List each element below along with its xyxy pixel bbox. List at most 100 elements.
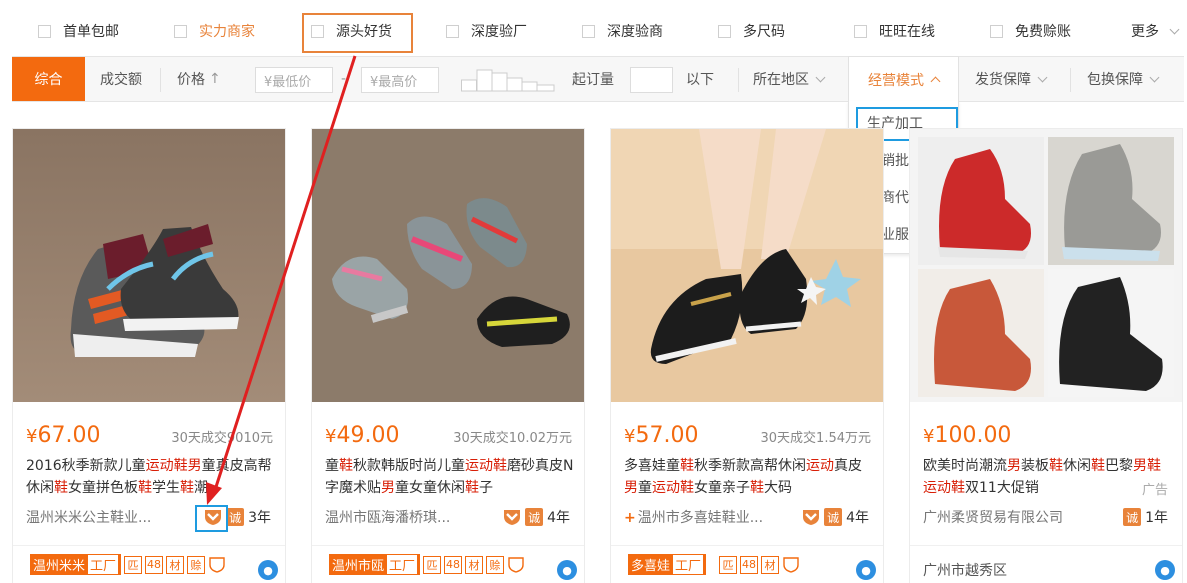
checkbox[interactable] <box>582 24 595 38</box>
exchange-guarantee-dropdown[interactable]: 包换保障 <box>1087 57 1160 101</box>
more-filters-button[interactable]: 更多 <box>1131 21 1180 41</box>
member-years: 4年 <box>846 510 869 526</box>
region-dropdown[interactable]: 所在地区 <box>753 57 826 101</box>
product-title[interactable]: 童鞋秋款韩版时尚儿童运动鞋磨砂真皮N字魔术贴男童女童休闲鞋子 <box>325 455 575 499</box>
moq-input[interactable] <box>630 67 673 93</box>
filter-free-shipping[interactable]: 首单包邮 <box>38 21 119 41</box>
service-tag[interactable]: 匹 <box>423 555 442 574</box>
factory-tag[interactable]: 温州市瓯 工厂 <box>329 554 421 575</box>
chevron-down-icon <box>815 72 826 82</box>
factory-tag[interactable]: 多喜娃 工厂 <box>628 554 707 575</box>
product-image[interactable] <box>611 129 883 402</box>
wangwang-chat-icon[interactable]: ● <box>258 560 278 580</box>
shield-badge-icon[interactable] <box>503 508 521 526</box>
sort-price[interactable]: 价格 ↑ <box>177 57 221 101</box>
product-title[interactable]: 2016秋季新款儿童运动鞋男童真皮高帮休闲鞋女童拼色板鞋学生鞋潮 <box>26 455 276 499</box>
checkbox[interactable] <box>854 24 867 38</box>
service-tag[interactable]: 48 <box>740 555 759 574</box>
shield-outline-icon[interactable] <box>507 556 525 574</box>
seller-name[interactable]: 广州柔贤贸易有限公司 <box>923 507 1063 527</box>
shield-outline-icon[interactable] <box>208 556 226 574</box>
filter-merchant-verified[interactable]: 深度验商 <box>582 21 663 41</box>
title-text: 童女童休闲 <box>395 480 465 496</box>
title-text: 学生 <box>152 480 180 496</box>
chevron-up-icon <box>930 76 941 87</box>
filter-free-credit[interactable]: 免费赊账 <box>990 21 1071 41</box>
filter-factory-verified[interactable]: 深度验厂 <box>446 21 527 41</box>
service-tag[interactable]: 赊 <box>187 555 206 574</box>
price-value: 49.00 <box>336 423 400 448</box>
checkbox[interactable] <box>990 24 1003 38</box>
title-text: 装板 <box>1021 458 1049 474</box>
price-distribution-icon[interactable] <box>461 68 555 92</box>
wangwang-chat-icon[interactable]: ● <box>1155 560 1175 580</box>
title-text: 秋款韩版时尚儿童 <box>353 458 465 474</box>
seller-badges: 诚 4年 <box>503 507 570 527</box>
chevron-down-icon <box>1169 24 1180 34</box>
product-title[interactable]: 多喜娃童鞋秋季新款高帮休闲运动真皮男童运动鞋女童亲子鞋大码 <box>624 455 874 499</box>
product-image[interactable] <box>312 129 584 402</box>
checkbox[interactable] <box>174 24 187 38</box>
highlight-box-source-goods <box>302 13 413 53</box>
service-tag[interactable]: 材 <box>465 555 484 574</box>
checkbox[interactable] <box>718 24 731 38</box>
keyword-highlight: 鞋 <box>1049 458 1063 474</box>
factory-tag[interactable]: 温州米米 工厂 <box>30 554 122 575</box>
service-tag[interactable]: 材 <box>761 555 780 574</box>
factory-tag-label: 工厂 <box>88 555 119 574</box>
filter-strong-merchant[interactable]: 实力商家 <box>174 21 255 41</box>
title-text: 双11大促销 <box>965 480 1039 496</box>
product-price: ¥57.00 <box>624 423 699 448</box>
wangwang-chat-icon[interactable]: ● <box>856 560 876 580</box>
exchange-label: 包换保障 <box>1087 72 1143 88</box>
seller-location: 广州市越秀区 <box>923 563 1007 579</box>
seller-name[interactable]: 温州市瓯海潘桥琪... <box>325 507 450 527</box>
shoe-photo-icon <box>611 129 883 402</box>
shield-badge-icon[interactable] <box>802 508 820 526</box>
service-tag[interactable]: 48 <box>444 555 463 574</box>
keyword-highlight: 鞋 <box>54 480 68 496</box>
product-image[interactable] <box>910 129 1182 402</box>
product-card[interactable]: ¥100.00 欧美时尚潮流男装板鞋休闲鞋巴黎男鞋运动鞋双11大促销 广告 广州… <box>909 128 1183 583</box>
shoe-photo-icon <box>312 129 584 402</box>
sort-volume[interactable]: 成交额 <box>100 57 142 101</box>
integrity-badge-icon[interactable]: 诚 <box>226 508 245 526</box>
title-text: 女童拼色板 <box>68 480 138 496</box>
product-card[interactable]: ¥67.00 30天成交9010元 2016秋季新款儿童运动鞋男童真皮高帮休闲鞋… <box>12 128 286 583</box>
seller-name[interactable]: + 温州市多喜娃鞋业... <box>624 507 763 527</box>
card-footer: 温州米米 工厂 匹 48 材 赊 ● <box>13 545 285 583</box>
service-tag[interactable]: 材 <box>166 555 185 574</box>
keyword-highlight: 运动鞋 <box>923 480 965 496</box>
filter-label: 实力商家 <box>199 24 255 40</box>
shipping-guarantee-dropdown[interactable]: 发货保障 <box>975 57 1048 101</box>
filter-wangwang-online[interactable]: 旺旺在线 <box>854 21 935 41</box>
service-tag[interactable]: 匹 <box>719 555 738 574</box>
product-title[interactable]: 欧美时尚潮流男装板鞋休闲鞋巴黎男鞋运动鞋双11大促销 <box>923 455 1173 499</box>
business-mode-dropdown[interactable]: 经营模式 <box>848 56 959 102</box>
shield-outline-icon[interactable] <box>782 556 800 574</box>
factory-tag-label: 工厂 <box>387 555 418 574</box>
service-tag[interactable]: 匹 <box>124 555 143 574</box>
checkbox[interactable] <box>38 24 51 38</box>
integrity-badge-icon[interactable]: 诚 <box>525 508 544 526</box>
checkbox[interactable] <box>446 24 459 38</box>
wangwang-chat-icon[interactable]: ● <box>557 560 577 580</box>
service-tag[interactable]: 48 <box>145 555 164 574</box>
product-image[interactable] <box>13 129 285 402</box>
title-text: 秋季新款高帮休闲 <box>694 458 806 474</box>
keyword-highlight: 运动 <box>806 458 834 474</box>
plus-icon: + <box>624 510 636 526</box>
price-value: 67.00 <box>37 423 101 448</box>
product-card[interactable]: ¥57.00 30天成交1.54万元 多喜娃童鞋秋季新款高帮休闲运动真皮男童运动… <box>610 128 884 583</box>
filter-multi-size[interactable]: 多尺码 <box>718 21 785 41</box>
title-text: 欧美时尚潮流 <box>923 458 1007 474</box>
product-card[interactable]: ¥49.00 30天成交10.02万元 童鞋秋款韩版时尚儿童运动鞋磨砂真皮N字魔… <box>311 128 585 583</box>
title-text: 巴黎 <box>1105 458 1133 474</box>
integrity-badge-icon[interactable]: 诚 <box>1123 508 1142 526</box>
seller-name[interactable]: 温州米米公主鞋业... <box>26 507 151 527</box>
service-tag[interactable]: 赊 <box>486 555 505 574</box>
integrity-badge-icon[interactable]: 诚 <box>824 508 843 526</box>
sort-comprehensive[interactable]: 综合 <box>12 57 85 101</box>
min-price-input[interactable]: ¥最低价 <box>255 67 333 93</box>
max-price-input[interactable]: ¥最高价 <box>361 67 439 93</box>
